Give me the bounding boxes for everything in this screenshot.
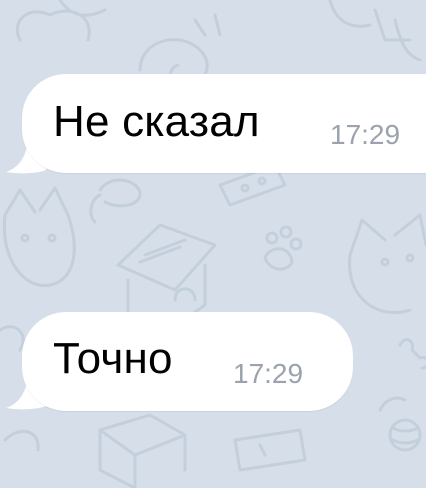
wallpaper-bowl-doodle: [233, 428, 307, 472]
wallpaper-cat-face-right-doodle: [348, 213, 426, 315]
wallpaper-cat-doodle: [15, 0, 107, 42]
message-text: Не сказал: [53, 97, 260, 146]
wallpaper-yarn-ball-doodle: [378, 396, 422, 452]
message-timestamp: 17:29: [330, 119, 401, 150]
wallpaper-box-doodle: [98, 413, 187, 488]
wallpaper-plant-doodle: [328, 0, 422, 62]
wallpaper-mouse-doodle: [89, 178, 142, 224]
wallpaper-paw-doodle: [263, 225, 303, 271]
wallpaper-bone-doodle: [398, 338, 426, 370]
message-timestamp: 17:29: [233, 358, 304, 389]
wallpaper-cat-face-doodle: [2, 186, 76, 288]
message-text: Точно: [53, 334, 173, 383]
